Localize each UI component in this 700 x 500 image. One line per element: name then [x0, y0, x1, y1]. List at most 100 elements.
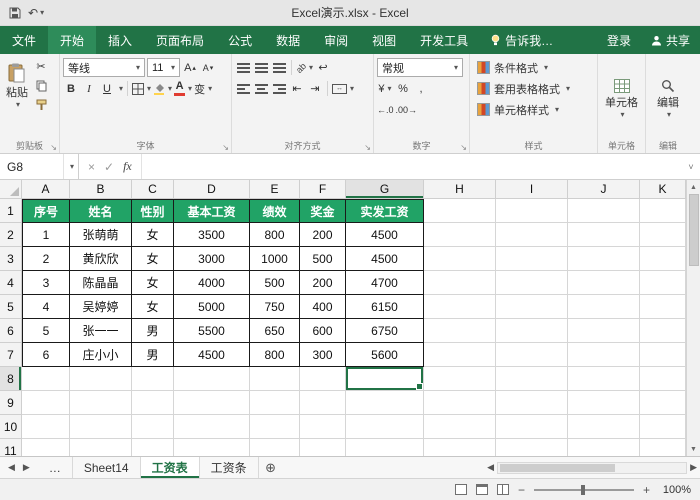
cell-B2[interactable]: 张萌萌 [70, 223, 132, 247]
cell-I4[interactable] [496, 271, 568, 295]
cell-F7[interactable]: 300 [300, 343, 346, 367]
cell-K5[interactable] [640, 295, 686, 319]
cell-H10[interactable] [424, 415, 496, 439]
hscroll-right-icon[interactable]: ▶ [690, 462, 697, 473]
select-all-corner[interactable] [0, 180, 22, 199]
cell-C9[interactable] [132, 391, 174, 415]
cell-J4[interactable] [568, 271, 640, 295]
cell-F1[interactable]: 奖金 [300, 199, 346, 223]
underline-button[interactable]: U [99, 79, 115, 98]
cell-I1[interactable] [496, 199, 568, 223]
cell-F2[interactable]: 200 [300, 223, 346, 247]
cell-G3[interactable]: 4500 [346, 247, 424, 271]
horizontal-scrollbar-thumb[interactable] [500, 463, 616, 472]
wrap-text-button[interactable]: ↩ [315, 58, 331, 77]
cell-F10[interactable] [300, 415, 346, 439]
col-header-H[interactable]: H [424, 180, 496, 199]
cell-K8[interactable] [640, 367, 686, 391]
cell-I5[interactable] [496, 295, 568, 319]
cell-J3[interactable] [568, 247, 640, 271]
zoom-level[interactable]: 100% [659, 484, 691, 496]
vertical-scrollbar-track[interactable]: ▲ ▼ [686, 180, 700, 456]
cell-G4[interactable]: 4700 [346, 271, 424, 295]
cell-G1[interactable]: 实发工资 [346, 199, 424, 223]
horizontal-scrollbar-track[interactable] [497, 461, 688, 474]
cell-B8[interactable] [70, 367, 132, 391]
col-header-A[interactable]: A [22, 180, 70, 199]
sheet-nav-right-icon[interactable]: ▶ [23, 462, 30, 473]
zoom-in-icon[interactable]: + [643, 483, 650, 497]
tell-me-box[interactable]: 告诉我… [480, 26, 563, 54]
cell-J11[interactable] [568, 439, 640, 456]
align-center-button[interactable] [253, 79, 269, 98]
cell-D9[interactable] [174, 391, 250, 415]
cell-I10[interactable] [496, 415, 568, 439]
cell-E1[interactable]: 绩效 [250, 199, 300, 223]
cell-A4[interactable]: 3 [22, 271, 70, 295]
add-sheet-icon[interactable]: ⊕ [259, 457, 283, 478]
cell-D3[interactable]: 3000 [174, 247, 250, 271]
cell-K9[interactable] [640, 391, 686, 415]
cell-K11[interactable] [640, 439, 686, 456]
zoom-slider-thumb[interactable] [580, 484, 585, 495]
cell-C4[interactable]: 女 [132, 271, 174, 295]
ribbon-tab-file[interactable]: 文件 [0, 26, 48, 54]
formula-input[interactable] [141, 154, 682, 179]
cell-A5[interactable]: 4 [22, 295, 70, 319]
cell-E3[interactable]: 1000 [250, 247, 300, 271]
clipboard-dialog-launcher-icon[interactable]: ↘ [50, 144, 57, 152]
col-header-J[interactable]: J [568, 180, 640, 199]
name-box[interactable]: G8 [0, 154, 64, 179]
cell-H7[interactable] [424, 343, 496, 367]
col-header-D[interactable]: D [174, 180, 250, 199]
ribbon-tab-视图[interactable]: 视图 [360, 26, 408, 54]
cell-C3[interactable]: 女 [132, 247, 174, 271]
cell-A2[interactable]: 1 [22, 223, 70, 247]
view-normal-icon[interactable] [454, 484, 467, 495]
cell-E9[interactable] [250, 391, 300, 415]
cell-B1[interactable]: 姓名 [70, 199, 132, 223]
cell-H2[interactable] [424, 223, 496, 247]
formula-bar-expand-icon[interactable]: ˅ [682, 154, 700, 179]
col-header-I[interactable]: I [496, 180, 568, 199]
view-page-layout-icon[interactable] [475, 484, 488, 495]
cell-D6[interactable]: 5500 [174, 319, 250, 343]
row-header-8[interactable]: 8 [0, 367, 22, 391]
col-header-B[interactable]: B [70, 180, 132, 199]
cell-J10[interactable] [568, 415, 640, 439]
orientation-button[interactable]: ab ▾ [294, 58, 313, 77]
ribbon-tab-插入[interactable]: 插入 [96, 26, 144, 54]
cell-G5[interactable]: 6150 [346, 295, 424, 319]
cell-A7[interactable]: 6 [22, 343, 70, 367]
cell-D7[interactable]: 4500 [174, 343, 250, 367]
cell-J2[interactable] [568, 223, 640, 247]
ribbon-tab-审阅[interactable]: 审阅 [312, 26, 360, 54]
cell-B3[interactable]: 黄欣欣 [70, 247, 132, 271]
sheet-tab-工资条[interactable]: 工资条 [200, 457, 259, 478]
cell-K4[interactable] [640, 271, 686, 295]
cell-F4[interactable]: 200 [300, 271, 346, 295]
cell-F11[interactable] [300, 439, 346, 456]
enter-icon[interactable]: ✓ [104, 160, 114, 174]
align-right-button[interactable] [271, 79, 287, 98]
ribbon-tab-数据[interactable]: 数据 [264, 26, 312, 54]
decrease-font-button[interactable]: A ▾ [200, 58, 216, 77]
cell-C10[interactable] [132, 415, 174, 439]
cell-H8[interactable] [424, 367, 496, 391]
percent-style-button[interactable]: % [395, 79, 411, 98]
sign-in-button[interactable]: 登录 [597, 26, 641, 54]
cell-G2[interactable]: 4500 [346, 223, 424, 247]
increase-decimal-button[interactable]: ←.0 [377, 100, 394, 119]
format-painter-button[interactable] [33, 95, 49, 114]
cell-E11[interactable] [250, 439, 300, 456]
cell-I8[interactable] [496, 367, 568, 391]
accounting-format-button[interactable]: ¥ ▾ [377, 79, 393, 98]
cell-C8[interactable] [132, 367, 174, 391]
cell-J5[interactable] [568, 295, 640, 319]
cell-H5[interactable] [424, 295, 496, 319]
cell-C1[interactable]: 性别 [132, 199, 174, 223]
decrease-indent-button[interactable]: ⇤ [289, 79, 305, 98]
cell-I9[interactable] [496, 391, 568, 415]
cell-E4[interactable]: 500 [250, 271, 300, 295]
ribbon-tab-开发工具[interactable]: 开发工具 [408, 26, 480, 54]
